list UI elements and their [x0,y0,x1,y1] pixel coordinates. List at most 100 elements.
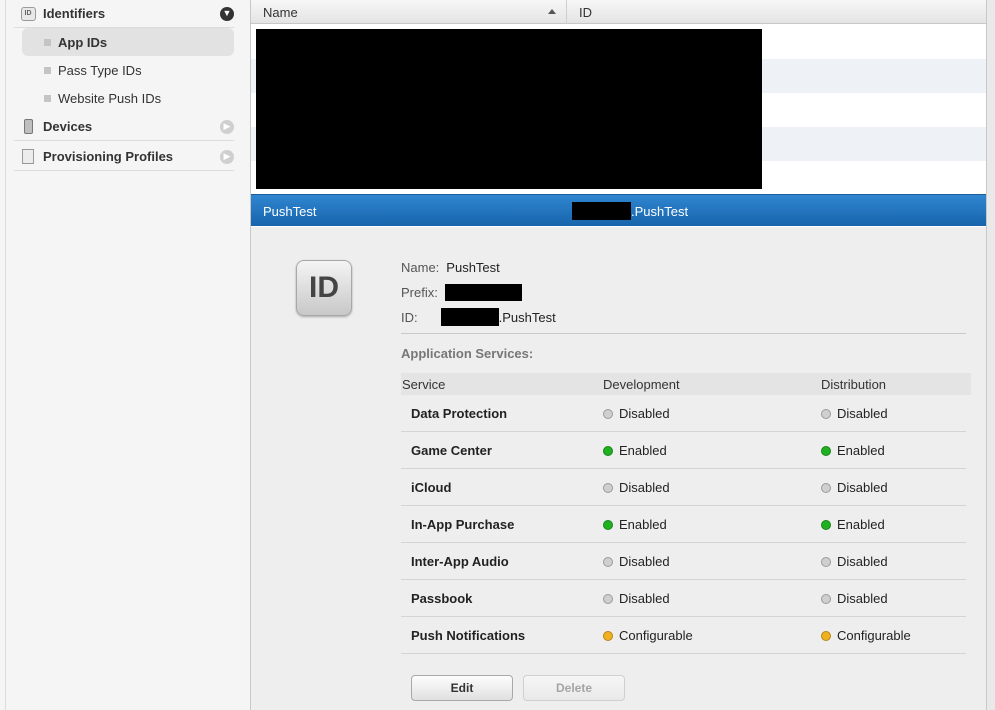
service-distribution-status: Configurable [821,628,911,643]
sidebar-item-label: App IDs [58,34,108,50]
status-dot-icon [821,445,831,456]
status-dot-icon [821,519,831,530]
chevron-right-icon[interactable]: ▶ [220,119,234,134]
service-name: iCloud [411,480,452,495]
service-name: In-App Purchase [411,517,515,532]
service-development-status: Disabled [603,591,670,606]
status-text: Disabled [837,480,888,495]
sidebar-section-label: Identifiers [43,6,106,21]
service-distribution-status: Disabled [821,591,888,606]
service-row: Push Notifications Configurable Configurab… [401,617,966,654]
service-row: Passbook Disabled Disabled [401,580,966,617]
bullet-icon [44,66,51,74]
service-development-status: Enabled [603,443,667,458]
id-badge-icon: ID [20,6,36,22]
status-dot-icon [821,630,831,641]
sidebar-section-provisioning-profiles[interactable]: Provisioning Profiles ▶ [14,143,234,171]
service-development-status: Configurable [603,628,693,643]
service-name: Inter-App Audio [411,554,509,569]
service-development-status: Enabled [603,517,667,532]
detail-name-value: PushTest [446,259,500,275]
status-dot-icon [603,556,613,567]
service-row: iCloud Disabled Disabled [401,469,966,506]
detail-prefix: Prefix: [401,283,522,301]
chevron-down-icon[interactable]: ▼ [220,6,234,21]
status-text: Enabled [837,517,885,532]
bullet-icon [44,38,51,46]
row-id-suffix: .PushTest [631,203,689,219]
service-name: Push Notifications [411,628,526,643]
status-dot-icon [603,630,613,641]
column-header-id[interactable]: ID [567,0,986,24]
edit-button[interactable]: Edit [411,675,513,701]
status-dot-icon [603,519,613,530]
service-row: Game Center Enabled Enabled [401,432,966,469]
delete-button[interactable]: Delete [523,675,625,701]
service-name: Game Center [411,443,492,458]
main-content: Name ID PushTest .PushTest ID Name: Push… [251,0,995,710]
detail-name: Name: PushTest [401,258,500,276]
status-text: Disabled [837,591,888,606]
services-header-development: Development [603,377,680,392]
sidebar-section-devices[interactable]: Devices ▶ [14,113,234,141]
sidebar-item-pass-type-ids[interactable]: Pass Type IDs [22,56,234,84]
phone-icon [20,119,36,135]
service-row: In-App Purchase Enabled Enabled [401,506,966,543]
detail-name-label: Name: [401,259,440,275]
service-row: Inter-App Audio Disabled Disabled [401,543,966,580]
status-text: Configurable [837,628,911,643]
status-text: Configurable [619,628,693,643]
service-distribution-status: Disabled [821,480,888,495]
status-dot-icon [821,593,831,604]
list-row-selected[interactable]: PushTest .PushTest [251,194,986,226]
sidebar-item-website-push-ids[interactable]: Website Push IDs [22,84,234,112]
detail-pane: ID Name: PushTest Prefix: ID: .PushTest … [251,227,986,710]
service-name: Passbook [411,591,473,606]
service-row: Data Protection Disabled Disabled [401,395,966,432]
app-id-icon: ID [296,260,352,316]
status-dot-icon [603,482,613,493]
status-text: Enabled [837,443,885,458]
sidebar-item-app-ids[interactable]: App IDs [22,28,234,56]
service-development-status: Disabled [603,406,670,421]
service-distribution-status: Enabled [821,443,885,458]
column-header-label: ID [579,4,592,20]
bullet-icon [44,94,51,102]
column-header-label: Name [263,4,298,20]
list-column-header: Name ID [251,0,986,24]
sidebar: ID Identifiers ▼ App IDs Pass Type IDs W… [0,0,251,710]
service-distribution-status: Disabled [821,406,888,421]
window-right-edge [986,0,995,710]
status-dot-icon [603,445,613,456]
application-services-title: Application Services: [401,346,534,361]
sidebar-item-label: Website Push IDs [58,90,162,106]
status-text: Disabled [619,406,670,421]
sidebar-section-label: Provisioning Profiles [43,149,174,164]
sidebar-section-label: Devices [43,119,93,134]
chevron-right-icon[interactable]: ▶ [220,149,234,164]
services-table-header: Service Development Distribution [401,373,971,395]
column-header-name[interactable]: Name [251,0,567,24]
redacted-text [444,283,522,301]
detail-id-label: ID: [401,309,418,325]
status-text: Disabled [837,406,888,421]
service-distribution-status: Disabled [821,554,888,569]
sort-ascending-icon [548,9,556,14]
sidebar-section-identifiers[interactable]: ID Identifiers ▼ [14,0,234,28]
service-distribution-status: Enabled [821,517,885,532]
redacted-text [440,308,499,326]
status-dot-icon [603,408,613,419]
status-text: Disabled [837,554,888,569]
sidebar-item-label: Pass Type IDs [58,62,142,78]
row-id: .PushTest [572,200,688,222]
status-dot-icon [821,482,831,493]
status-dot-icon [603,593,613,604]
detail-prefix-label: Prefix: [401,284,438,300]
status-dot-icon [821,408,831,419]
row-name: PushTest [263,204,317,219]
service-development-status: Disabled [603,554,670,569]
detail-id-suffix: .PushTest [498,309,556,325]
services-header-service: Service [402,377,446,392]
service-name: Data Protection [411,406,508,421]
detail-id: ID: .PushTest [401,308,556,326]
